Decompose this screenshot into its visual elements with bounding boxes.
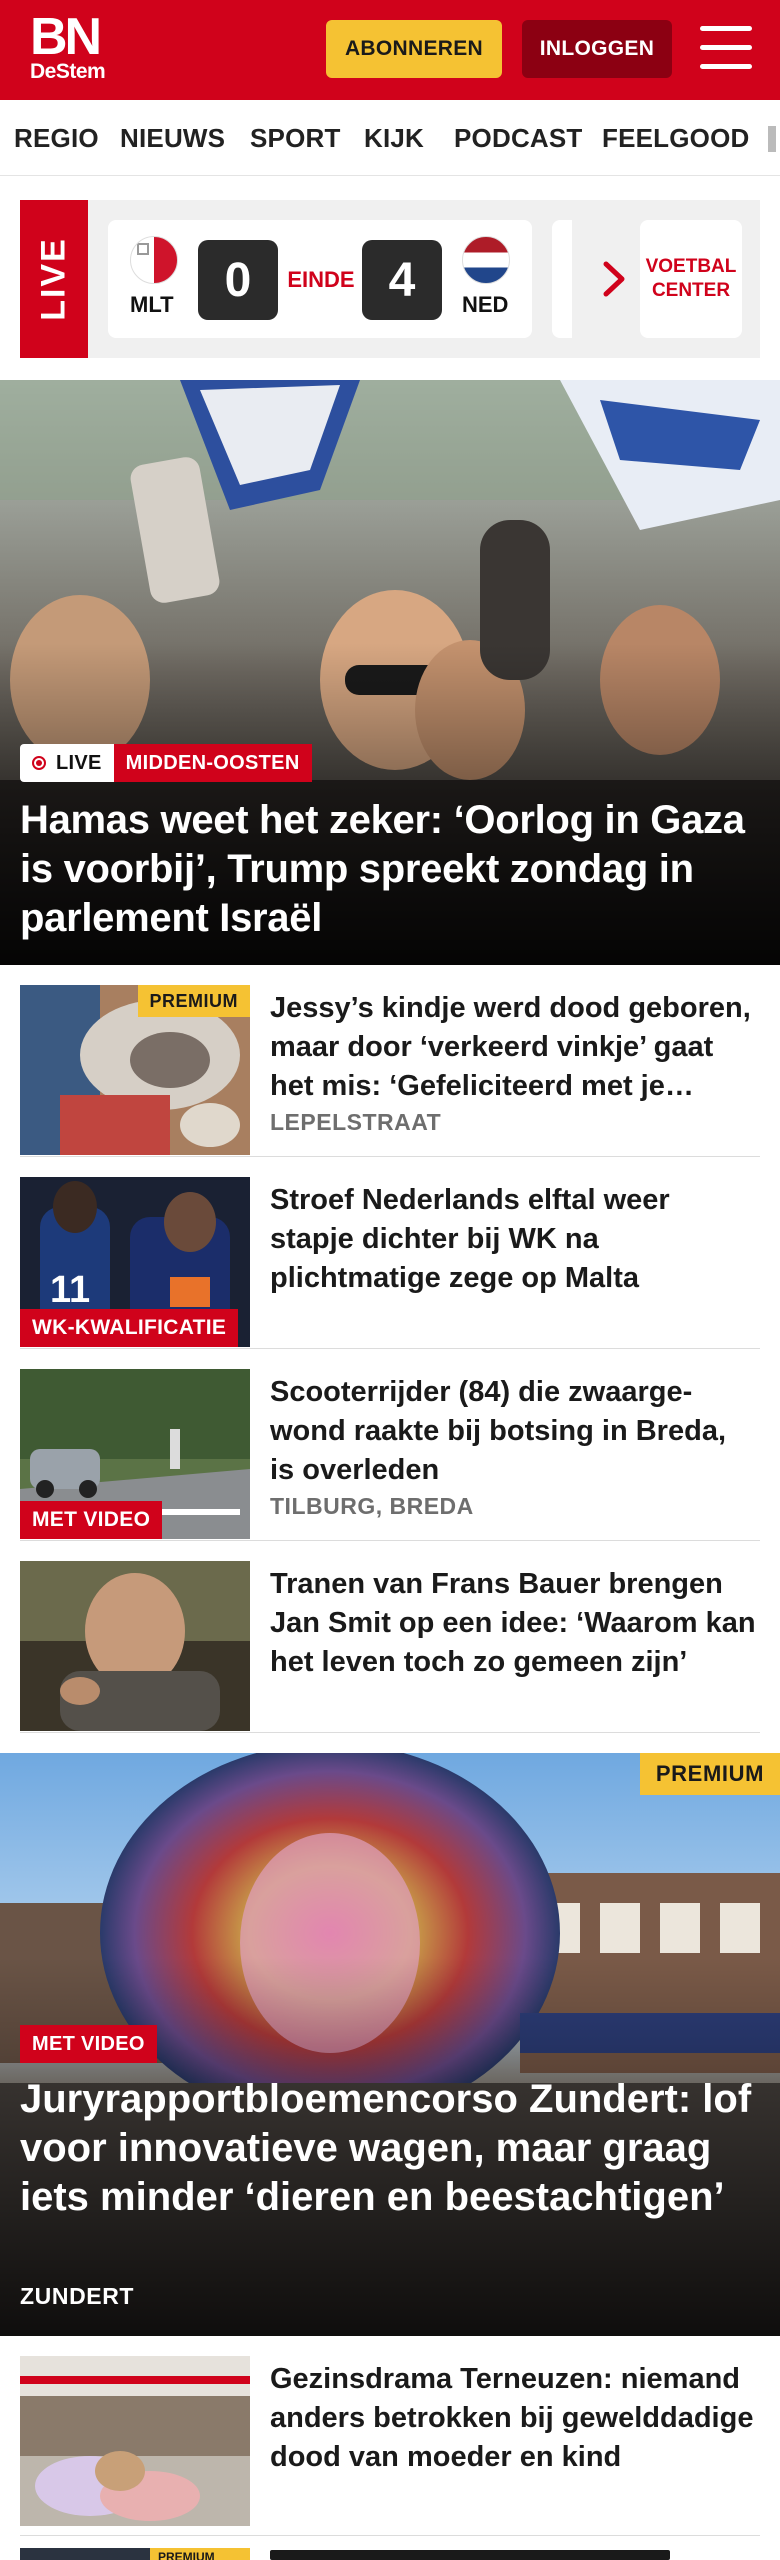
article-item[interactable]: Gezinsdrama Terneuzen: niemand anders be… (20, 2336, 760, 2536)
hero-tags: LIVE MIDDEN-OOSTEN (20, 744, 312, 782)
login-button[interactable]: INLOGGEN (522, 20, 672, 78)
hamburger-menu-icon[interactable] (700, 26, 752, 72)
section-nav: REGIO NIEUWS SPORT KIJK PODCAST FEELGOOD (0, 100, 780, 176)
away-team: NED (462, 292, 509, 317)
article-title[interactable]: Gezinsdrama Terneuzen: niemand anders be… (270, 2360, 758, 2477)
nav-item-kijk[interactable]: KIJK (364, 100, 424, 175)
premium-badge: PREMIUM (137, 985, 250, 1017)
article-title[interactable]: Tranen van Frans Bauer brengen Jan Smit … (270, 1565, 758, 1682)
home-team: MLT (130, 292, 174, 317)
live-score-widget: LIVE MLT 0 EINDE 4 NED VOETBAL CENTER (20, 200, 760, 358)
next-article-peek: PREMIUM (20, 2544, 760, 2560)
live-badge-text: LIVE (56, 752, 102, 774)
hero-article[interactable]: LIVE MIDDEN-OOSTEN Hamas weet het zeker:… (0, 380, 780, 965)
feature-location: ZUNDERT (20, 2283, 135, 2309)
article-title[interactable]: Stroef Nederlands elftal weer stapje dic… (270, 1181, 758, 1298)
match-status: EINDE (287, 267, 355, 292)
article-item[interactable]: Tranen van Frans Bauer brengen Jan Smit … (20, 1541, 760, 1733)
site-header: BN DeStem ABONNEREN INLOGGEN (0, 0, 780, 100)
article-thumbnail: 11 WK-KWALIFICATIE (20, 1177, 250, 1347)
home-score: 0 (198, 240, 278, 320)
feature-tag: MET VIDEO (20, 2025, 157, 2063)
live-label-text: LIVE (34, 237, 73, 321)
logo-text-destem: DeStem (30, 60, 106, 83)
article-thumbnail: PREMIUM (20, 985, 250, 1155)
nav-item-regio[interactable]: REGIO (14, 100, 99, 175)
logo-text-bn: BN (30, 8, 102, 66)
next-match-card-edge[interactable] (552, 220, 572, 338)
nav-item-sport[interactable]: SPORT (250, 100, 341, 175)
away-score: 4 (362, 240, 442, 320)
article-item[interactable]: 11 WK-KWALIFICATIE Stroef Nederlands elf… (20, 1157, 760, 1349)
category-tag: MIDDEN-OOSTEN (113, 744, 312, 782)
article-location: LEPELSTRAAT (270, 1109, 442, 1135)
match-card[interactable]: MLT 0 EINDE 4 NED (108, 220, 532, 338)
premium-badge: PREMIUM (639, 1753, 780, 1795)
article-title[interactable]: Jessy’s kindje werd dood geboren, maar d… (270, 989, 758, 1106)
article-item[interactable]: PREMIUM Jessy’s kindje werd dood geboren… (20, 965, 760, 1157)
netherlands-flag-icon (462, 236, 510, 284)
nav-item-nieuws[interactable]: NIEUWS (120, 100, 225, 175)
article-title[interactable]: Scooterrijder (84) die zwaarge­wond raak… (270, 1373, 758, 1490)
article-thumbnail: MET VIDEO (20, 1369, 250, 1539)
feature-article[interactable]: PREMIUM MET VIDEO Juryrapportbloemencors… (0, 1753, 780, 2336)
article-thumbnail (20, 2356, 250, 2526)
hero-title[interactable]: Hamas weet het zeker: ‘Oorlog in Gaza is… (20, 796, 765, 943)
malta-flag-icon (130, 236, 178, 284)
premium-badge: PREMIUM (150, 2548, 250, 2560)
svg-text:11: 11 (50, 1269, 90, 1311)
site-logo[interactable]: BN DeStem (30, 8, 106, 83)
nav-item-podcast[interactable]: PODCAST (454, 100, 583, 175)
live-dot-icon (32, 756, 46, 770)
nav-overflow-hint (768, 126, 776, 152)
voetbal-center-button[interactable]: VOETBAL CENTER (640, 220, 742, 338)
nav-item-feelgood[interactable]: FEELGOOD (602, 100, 750, 175)
article-tag: MET VIDEO (20, 1501, 163, 1539)
next-article-title-peek (270, 2550, 670, 2560)
feature-title[interactable]: Juryrapportbloemencorso Zundert: lof voo… (20, 2075, 765, 2222)
chevron-right-icon[interactable] (588, 252, 638, 306)
live-label: LIVE (20, 200, 88, 358)
subscribe-button[interactable]: ABONNEREN (326, 20, 502, 78)
article-location: TILBURG, BREDA (270, 1493, 474, 1519)
article-tag: WK-KWALIFICATIE (20, 1309, 239, 1347)
live-badge: LIVE (20, 744, 114, 782)
article-item[interactable]: MET VIDEO Scooterrijder (84) die zwaarge… (20, 1349, 760, 1541)
article-thumbnail (20, 1561, 250, 1731)
